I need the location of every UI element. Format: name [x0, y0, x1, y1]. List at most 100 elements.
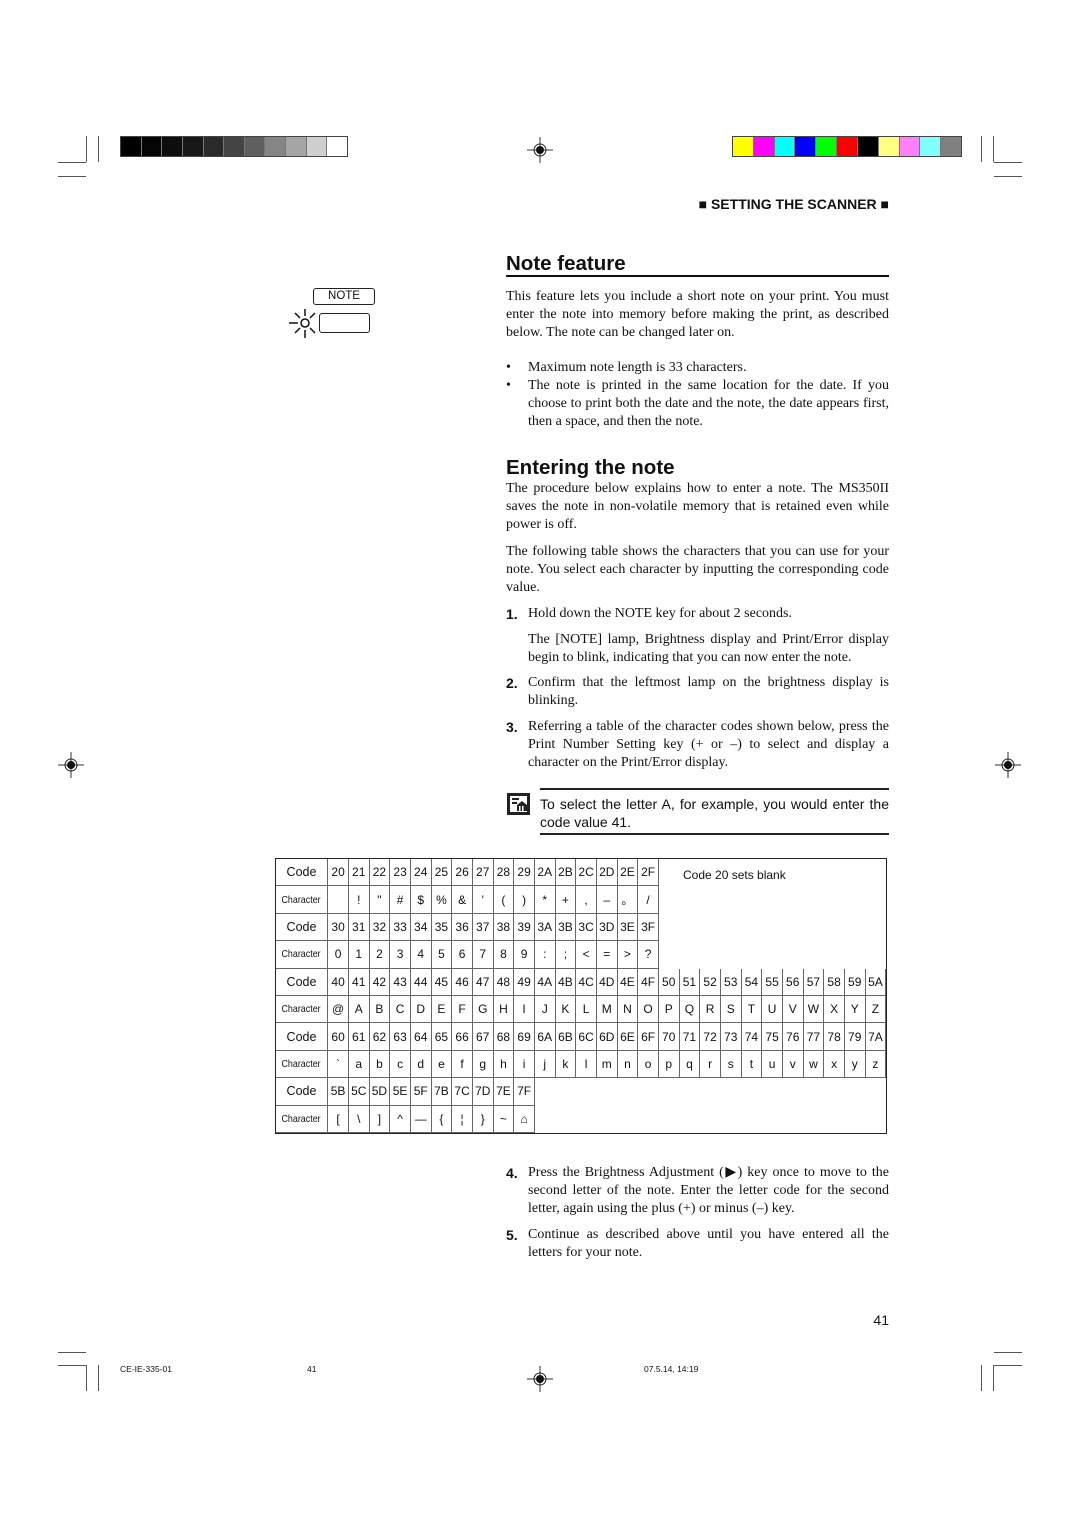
- character-cell: =: [596, 941, 618, 969]
- character-cell: t: [741, 1050, 763, 1079]
- character-cell: i: [514, 1050, 536, 1079]
- character-cell: s: [720, 1050, 742, 1079]
- crop-mark: [58, 1352, 86, 1353]
- blinking-lamp-icon: [289, 309, 316, 338]
- code-cell: 4F: [638, 968, 660, 996]
- character-cell: `: [328, 1050, 350, 1079]
- character-cell: 4: [410, 941, 432, 969]
- character-code-table: Code 20 sets blank Code 20 21 22 23 24 25 26 27 2…: [275, 858, 887, 1134]
- code-cell: 5F: [410, 1078, 432, 1106]
- character-cell: K: [555, 996, 577, 1024]
- calibration-swatch: [857, 137, 879, 156]
- registration-mark-icon: [527, 137, 553, 163]
- code-cell: 20: [328, 859, 350, 887]
- crop-mark: [58, 162, 86, 163]
- registration-mark-icon: [527, 1366, 553, 1392]
- code-cell: 23: [390, 859, 412, 887]
- footer-date: 07.5.14, 14:19: [644, 1364, 699, 1374]
- calibration-swatch: [327, 137, 348, 156]
- code-cell: 74: [741, 1023, 763, 1051]
- calibration-swatch: [795, 137, 817, 156]
- crop-mark: [981, 136, 982, 162]
- character-cell: l: [576, 1050, 598, 1079]
- code-cell: 5B: [328, 1078, 350, 1106]
- row-label: Character: [276, 1050, 328, 1079]
- step-3: 3. Referring a table of the character cod…: [506, 719, 889, 770]
- character-cell: @: [328, 996, 350, 1024]
- character-cell: L: [576, 996, 598, 1024]
- character-cell: 7: [472, 941, 494, 969]
- code-cell: 43: [390, 968, 412, 996]
- character-cell: r: [700, 1050, 722, 1079]
- code-cell: 66: [452, 1023, 474, 1051]
- code-cell: 36: [452, 913, 474, 942]
- code-cell: 2B: [555, 859, 577, 887]
- character-cell: z: [865, 1050, 887, 1079]
- character-cell: v: [782, 1050, 804, 1079]
- code-cell: 6E: [617, 1023, 639, 1051]
- step-2: 2. Confirm that the leftmost lamp on the …: [506, 675, 889, 708]
- code-cell: 72: [700, 1023, 722, 1051]
- character-cell: }: [472, 1105, 494, 1133]
- character-cell: j: [534, 1050, 556, 1079]
- crop-mark: [98, 1365, 99, 1391]
- code-cell: 2C: [576, 859, 598, 887]
- registration-mark-icon: [58, 752, 84, 778]
- character-cell: >: [617, 941, 639, 969]
- code-cell: 44: [410, 968, 432, 996]
- character-cell: –: [596, 886, 618, 914]
- code-cell: 5A: [865, 968, 887, 996]
- calibration-swatch: [286, 137, 307, 156]
- character-cell: M: [596, 996, 618, 1024]
- code-cell: 28: [493, 859, 515, 887]
- code-cell: 7F: [514, 1078, 536, 1106]
- code-cell: 3A: [534, 913, 556, 942]
- code-cell: 4D: [596, 968, 618, 996]
- code-cell: 3C: [576, 913, 598, 942]
- character-cell: C: [390, 996, 412, 1024]
- character-cell: S: [720, 996, 742, 1024]
- character-cell: $: [410, 886, 432, 914]
- character-cell: J: [534, 996, 556, 1024]
- entering-note-title: Entering the note: [506, 456, 675, 479]
- code-cell: 4A: [534, 968, 556, 996]
- crop-mark: [58, 176, 86, 177]
- note-feature-section: Note feature This feature lets you inclu…: [506, 252, 889, 431]
- character-cell: Q: [679, 996, 701, 1024]
- character-cell: %: [431, 886, 453, 914]
- character-cell: #: [390, 886, 412, 914]
- note-feature-title: Note feature: [506, 252, 626, 275]
- crop-mark: [86, 1365, 87, 1391]
- crop-mark: [98, 136, 99, 162]
- character-cell: ,: [576, 886, 598, 914]
- code-cell: 42: [369, 968, 391, 996]
- character-cell: !: [348, 886, 370, 914]
- code-cell: 5E: [390, 1078, 412, 1106]
- calibration-swatch: [878, 137, 900, 156]
- code-cell: 4C: [576, 968, 598, 996]
- character-cell: 0: [328, 941, 350, 969]
- character-cell: 9: [514, 941, 536, 969]
- code-cell: 46: [452, 968, 474, 996]
- code-cell: 63: [390, 1023, 412, 1051]
- calibration-swatch: [141, 137, 163, 156]
- code-cell: 41: [348, 968, 370, 996]
- character-cell: 2: [369, 941, 391, 969]
- entering-note-section: Entering the note The procedure below ex…: [506, 456, 889, 772]
- character-cell: 1: [348, 941, 370, 969]
- character-cell: [: [328, 1105, 350, 1133]
- code-cell: 7E: [493, 1078, 515, 1106]
- character-cell: 8: [493, 941, 515, 969]
- character-cell: o: [638, 1050, 660, 1079]
- code-cell: 21: [348, 859, 370, 887]
- calibration-swatch: [162, 137, 183, 156]
- code-cell: 3E: [617, 913, 639, 942]
- code-cell: 6C: [576, 1023, 598, 1051]
- character-cell: x: [824, 1050, 846, 1079]
- footer-page: 41: [307, 1364, 317, 1374]
- code-cell: 58: [824, 968, 846, 996]
- code-cell: 34: [410, 913, 432, 942]
- code-cell: 27: [472, 859, 494, 887]
- step-5: 5. Continue as described above until you …: [506, 1227, 889, 1260]
- calibration-swatch: [753, 137, 775, 156]
